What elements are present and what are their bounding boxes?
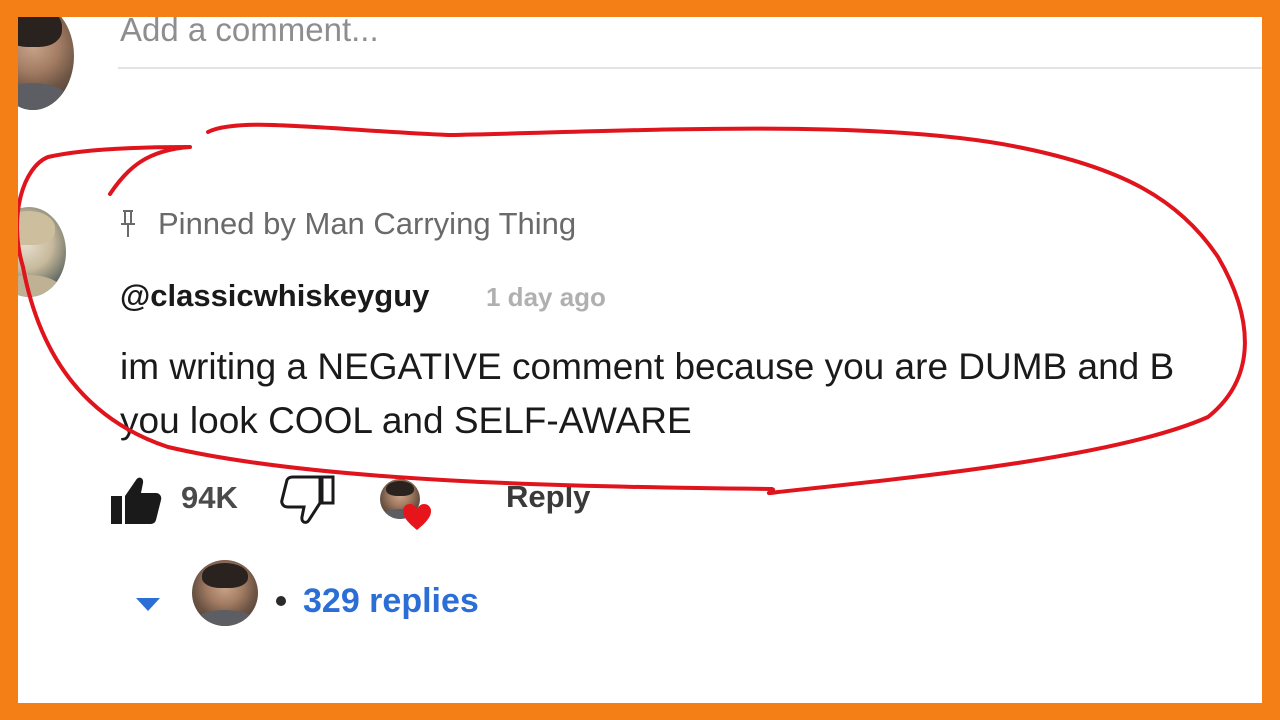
comment-body-line-1: im writing a NEGATIVE comment because yo…	[120, 346, 1175, 387]
chevron-down-icon[interactable]	[135, 596, 161, 612]
view-replies-button[interactable]: 329 replies	[303, 582, 479, 621]
comment-body-line-2: you look COOL and SELF-AWARE	[120, 400, 692, 441]
separator-dot	[276, 596, 286, 606]
add-comment-underline	[118, 67, 1262, 69]
pinned-label: Pinned by Man Carrying Thing	[158, 206, 577, 241]
commenter-avatar[interactable]	[18, 207, 66, 297]
current-user-avatar	[18, 17, 74, 110]
comment-body: im writing a NEGATIVE comment because yo…	[120, 340, 1262, 448]
comment-author[interactable]: @classicwhiskeyguy	[120, 278, 429, 314]
comment-timestamp[interactable]: 1 day ago	[486, 282, 606, 313]
replies-avatar	[192, 560, 258, 626]
reply-button[interactable]: Reply	[506, 479, 590, 515]
like-count: 94K	[181, 480, 238, 515]
creator-heart-badge	[380, 479, 438, 531]
comments-section: Add a comment... Pinned by Man Carrying …	[18, 17, 1262, 703]
add-comment-input[interactable]: Add a comment...	[120, 17, 379, 49]
thumbs-down-icon[interactable]	[276, 474, 336, 526]
thumbs-up-icon[interactable]	[110, 474, 162, 526]
pin-icon	[121, 210, 135, 237]
heart-icon	[403, 504, 431, 530]
